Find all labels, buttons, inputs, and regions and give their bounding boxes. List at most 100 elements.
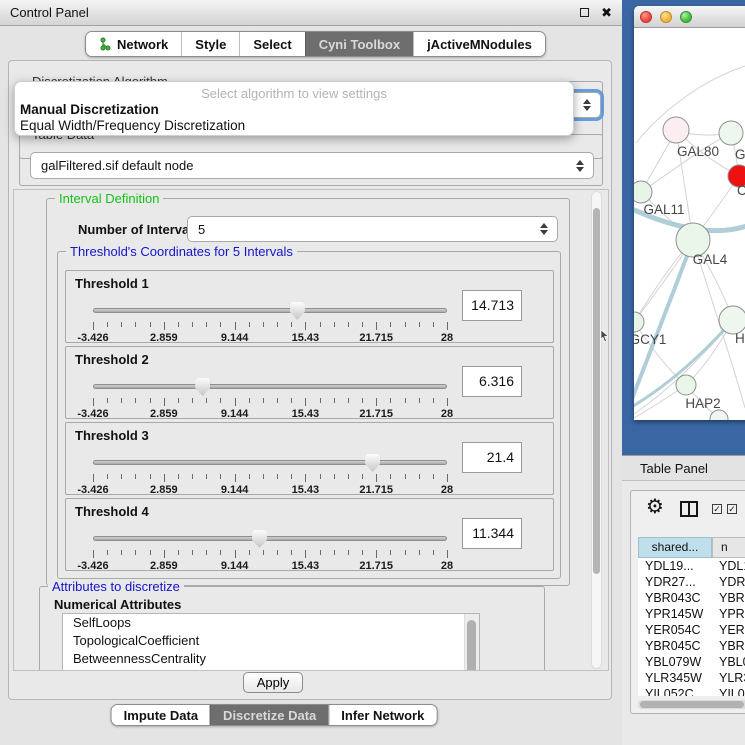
cell-name[interactable]: YBR0	[712, 590, 745, 606]
tab-cyni-toolbox[interactable]: Cyni Toolbox	[305, 32, 413, 56]
cell-shared-name[interactable]: YDR27...	[638, 574, 712, 590]
threshold-value-field[interactable]: 14.713	[462, 290, 522, 321]
slider-tick	[93, 474, 94, 482]
slider-tick	[291, 474, 292, 479]
float-window-icon[interactable]	[580, 8, 589, 17]
column-header-name[interactable]: n	[712, 537, 745, 558]
network-window-titlebar[interactable]	[634, 6, 745, 28]
cell-name[interactable]: YLR3	[712, 670, 745, 686]
attribute-item-betweennesscentrality[interactable]: BetweennessCentrality	[63, 650, 479, 668]
threshold-value-field[interactable]: 21.4	[462, 442, 522, 473]
cell-shared-name[interactable]: YIL052C	[638, 686, 712, 696]
cell-name[interactable]: YIL0	[712, 686, 745, 696]
cell-name[interactable]: YDL1	[712, 558, 745, 574]
table-row[interactable]: YDL19...YDL1	[638, 558, 745, 574]
attributes-listbox[interactable]: SelfLoopsTopologicalCoefficientBetweenne…	[62, 613, 480, 671]
cell-shared-name[interactable]: YBR045C	[638, 638, 712, 654]
group-title: Attributes to discretize	[48, 579, 184, 594]
bottom-tab-impute-data[interactable]: Impute Data	[112, 705, 210, 725]
gear-icon[interactable]: ⚙	[646, 497, 664, 517]
dropdown-option-equal-width-frequency[interactable]: Equal Width/Frequency Discretization	[20, 118, 245, 133]
cell-name[interactable]: YER0	[712, 622, 745, 638]
network-node[interactable]	[719, 306, 745, 334]
network-canvas[interactable]: GAL80GACGAL11GAL4GCY1HHAP2	[634, 28, 745, 420]
vertical-scrollbar[interactable]	[591, 191, 602, 669]
checkbox-icon[interactable]: ✓	[727, 504, 737, 514]
network-node-label: H	[735, 331, 745, 346]
attribute-item-selfloops[interactable]: SelfLoops	[63, 614, 479, 632]
cell-shared-name[interactable]: YDL19...	[638, 558, 712, 574]
network-node[interactable]	[710, 410, 728, 420]
cell-shared-name[interactable]: YPR145W	[638, 606, 712, 622]
tab-jactivemnodules[interactable]: jActiveMNodules	[413, 32, 545, 56]
table-row[interactable]: YIL052CYIL0	[638, 686, 745, 696]
cell-name[interactable]: YBR0	[712, 638, 745, 654]
zoom-traffic-light-icon[interactable]	[680, 11, 692, 23]
tab-network[interactable]: Network	[86, 32, 181, 56]
slider-tick	[419, 322, 420, 327]
slider-thumb[interactable]	[290, 302, 305, 320]
attribute-item-topologicalcoefficient[interactable]: TopologicalCoefficient	[63, 632, 479, 650]
slider-thumb[interactable]	[365, 454, 380, 472]
network-node[interactable]	[634, 181, 652, 203]
threshold-slider[interactable]: -3.4262.8599.14415.4321.71528	[93, 377, 447, 419]
slider-tick	[390, 398, 391, 403]
network-graph[interactable]: GAL80GACGAL11GAL4GCY1HHAP2	[634, 28, 745, 420]
threshold-slider[interactable]: -3.4262.8599.14415.4321.71528	[93, 301, 447, 343]
table-row[interactable]: YER054CYER0	[638, 622, 745, 638]
close-traffic-light-icon[interactable]	[640, 11, 652, 23]
threshold-value-field[interactable]: 11.344	[462, 518, 522, 549]
slider-tick	[249, 322, 250, 327]
network-view-window[interactable]: GAL80GACGAL11GAL4GCY1HHAP2	[634, 6, 745, 420]
threshold-slider[interactable]: -3.4262.8599.14415.4321.71528	[93, 453, 447, 495]
vertical-scrollbar-thumb[interactable]	[593, 208, 600, 574]
slider-tick	[348, 322, 349, 327]
tab-select[interactable]: Select	[239, 32, 304, 56]
column-header-shared-name[interactable]: shared...	[638, 537, 712, 558]
checkbox-icon[interactable]: ✓	[712, 504, 722, 514]
network-node[interactable]	[634, 312, 644, 332]
network-node[interactable]	[676, 375, 696, 395]
table-row[interactable]: YBR043CYBR0	[638, 590, 745, 606]
dropdown-option-manual-discretization[interactable]: Manual Discretization	[20, 102, 159, 117]
list-scrollbar[interactable]	[464, 614, 479, 671]
cell-shared-name[interactable]: YLR345W	[638, 670, 712, 686]
table-row[interactable]: YBR045CYBR0	[638, 638, 745, 654]
bottom-tab-discretize-data[interactable]: Discretize Data	[210, 705, 328, 725]
apply-button[interactable]: Apply	[243, 672, 303, 693]
slider-thumb[interactable]	[252, 530, 267, 548]
close-icon[interactable]: ✖	[601, 6, 612, 19]
split-panel-icon[interactable]	[680, 501, 698, 517]
slider-track[interactable]	[93, 308, 447, 313]
slider-track[interactable]	[93, 460, 447, 465]
table-row[interactable]: YPR145WYPR1	[638, 606, 745, 622]
horizontal-scrollbar[interactable]	[638, 700, 745, 709]
network-icon	[99, 37, 111, 51]
cell-name[interactable]: YPR1	[712, 606, 745, 622]
tab-style[interactable]: Style	[181, 32, 239, 56]
threshold-value-field[interactable]: 6.316	[462, 366, 522, 397]
table-data-combobox[interactable]: galFiltered.sif default node	[30, 152, 594, 179]
cell-name[interactable]: YDR2	[712, 574, 745, 590]
threshold-slider[interactable]: -3.4262.8599.14415.4321.71528	[93, 529, 447, 571]
cell-shared-name[interactable]: YBR043C	[638, 590, 712, 606]
list-scrollbar-thumb[interactable]	[467, 620, 476, 671]
cell-name[interactable]: YBL0	[712, 654, 745, 670]
cell-shared-name[interactable]: YER054C	[638, 622, 712, 638]
network-node[interactable]	[663, 117, 689, 143]
cell-shared-name[interactable]: YBL079W	[638, 654, 712, 670]
slider-track[interactable]	[93, 384, 447, 389]
table-row[interactable]: YDR27...YDR2	[638, 574, 745, 590]
horizontal-scrollbar-thumb[interactable]	[640, 701, 744, 708]
table-row[interactable]: YBL079WYBL0	[638, 654, 745, 670]
network-node[interactable]	[719, 121, 743, 145]
group-title: Threshold's Coordinates for 5 Intervals	[66, 244, 297, 259]
minimize-traffic-light-icon[interactable]	[660, 11, 672, 23]
slider-track[interactable]	[93, 536, 447, 541]
slider-tick-label: 2.859	[136, 408, 192, 420]
slider-thumb[interactable]	[195, 378, 210, 396]
bottom-tab-infer-network[interactable]: Infer Network	[328, 705, 436, 725]
table-row[interactable]: YLR345WYLR3	[638, 670, 745, 686]
num-intervals-combobox[interactable]: 5	[187, 216, 558, 242]
slider-tick	[348, 398, 349, 403]
